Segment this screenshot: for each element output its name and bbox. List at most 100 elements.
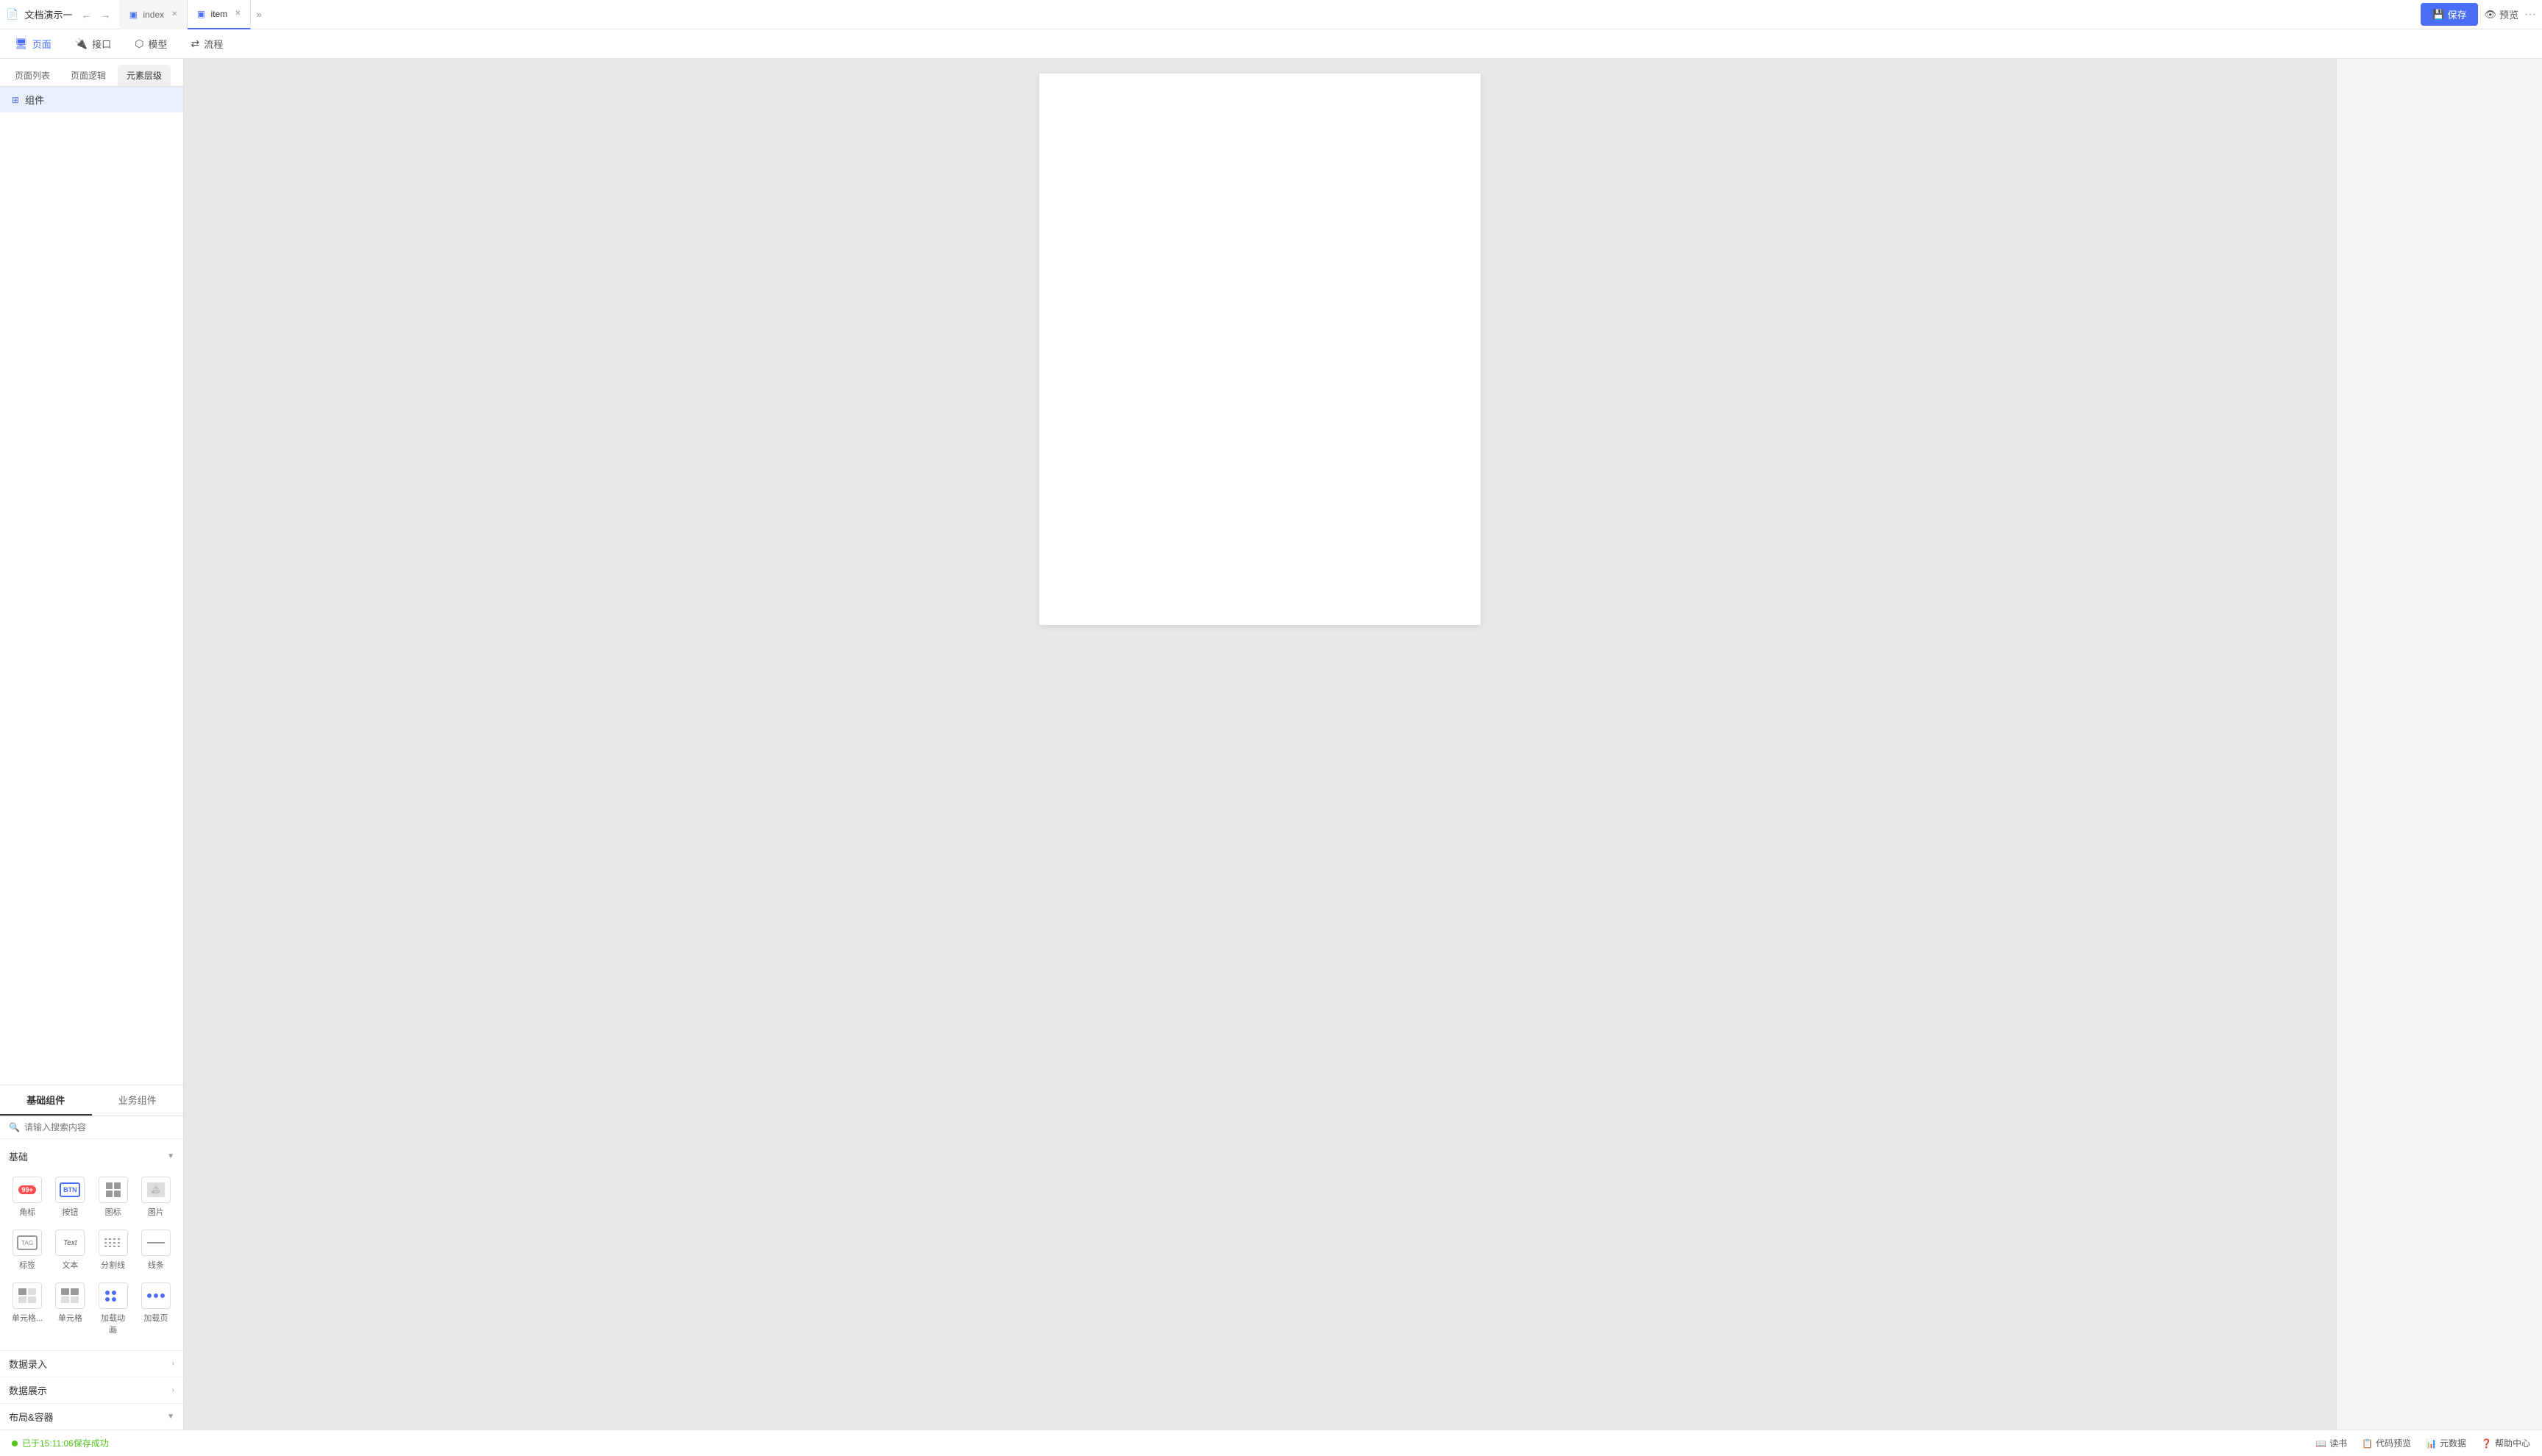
bottom-bar: 已于15:11:06保存成功 📖 读书 📋 代码预览 📊 元数据 ❓ 帮助中心	[0, 1430, 2542, 1456]
image-label: 图片	[148, 1206, 164, 1218]
nav-item-flow-label: 流程	[204, 37, 223, 51]
search-input[interactable]	[24, 1122, 174, 1132]
meta-data-icon: 📊	[2426, 1438, 2437, 1449]
sidebar-tab-page-list[interactable]: 页面列表	[6, 65, 59, 86]
tab-item-label: item	[211, 9, 228, 19]
divider-icon	[99, 1230, 128, 1256]
tab-item-close[interactable]: ✕	[235, 10, 241, 18]
component-item-icon[interactable]: 图标	[95, 1174, 132, 1221]
component-panel: 基础组件 业务组件 🔍 基础 ▼ 99+	[0, 1085, 183, 1430]
section-data-entry-title: 数据录入	[9, 1357, 47, 1371]
sidebar-tab-page-logic[interactable]: 页面逻辑	[62, 65, 115, 86]
tab-index-close[interactable]: ✕	[171, 10, 177, 18]
canvas-area[interactable]	[184, 59, 2336, 1430]
section-data-entry[interactable]: 数据录入 ›	[0, 1350, 183, 1377]
line-icon	[141, 1230, 171, 1256]
component-item-loading-page[interactable]: 加载页	[138, 1280, 174, 1338]
nav-item-interface-label: 接口	[92, 37, 111, 51]
component-item-badge[interactable]: 99+ 角标	[9, 1174, 46, 1221]
layer-item-component[interactable]: ⊞ 组件	[0, 87, 183, 113]
canvas-page	[1039, 74, 1481, 625]
section-layout-container-arrow: ▼	[167, 1413, 174, 1421]
bottom-action-help[interactable]: ❓ 帮助中心	[2481, 1437, 2530, 1449]
loading-page-label: 加载页	[143, 1312, 168, 1324]
model-nav-icon: ⬡	[135, 38, 143, 50]
component-item-line[interactable]: 线条	[138, 1227, 174, 1274]
bottom-action-meta-data[interactable]: 📊 元数据	[2426, 1437, 2466, 1449]
doc-icon: 📄	[6, 8, 18, 21]
main-layout: 页面列表 页面逻辑 元素层级 ⊞ 组件 基础组件 业务组件 🔍 基础	[0, 59, 2542, 1430]
tab-index[interactable]: ▣ index ✕	[119, 0, 187, 29]
right-panel	[2336, 59, 2542, 1430]
nav-bar: 🖥 页面 🔌 接口 ⬡ 模型 ⇄ 流程	[0, 29, 2542, 59]
item-tab-icon: ▣	[196, 9, 207, 19]
bottom-actions: 📖 读书 📋 代码预览 📊 元数据 ❓ 帮助中心	[2315, 1437, 2530, 1449]
section-basic-title: 基础	[9, 1149, 28, 1163]
divider-label: 分割线	[101, 1259, 125, 1271]
section-data-display[interactable]: 数据展示 ›	[0, 1377, 183, 1403]
button-label: 按钮	[62, 1206, 78, 1218]
help-label: 帮助中心	[2495, 1437, 2530, 1449]
doc-title: 文档演示一	[24, 7, 72, 21]
read-label: 读书	[2329, 1437, 2347, 1449]
nav-item-page-label: 页面	[32, 37, 51, 51]
nav-item-flow[interactable]: ⇄ 流程	[188, 37, 227, 51]
component-item-divider[interactable]: 分割线	[95, 1227, 132, 1274]
nav-item-model-label: 模型	[148, 37, 167, 51]
status-text: 已于15:11:06保存成功	[22, 1437, 109, 1449]
code-preview-icon: 📋	[2362, 1438, 2373, 1449]
nav-item-model[interactable]: ⬡ 模型	[132, 37, 170, 51]
sidebar-content: ⊞ 组件	[0, 87, 183, 1085]
nav-item-interface[interactable]: 🔌 接口	[72, 37, 114, 51]
component-tabs: 基础组件 业务组件	[0, 1085, 183, 1116]
bottom-status: 已于15:11:06保存成功	[12, 1437, 109, 1449]
bottom-action-code-preview[interactable]: 📋 代码预览	[2362, 1437, 2411, 1449]
bottom-action-read[interactable]: 📖 读书	[2315, 1437, 2347, 1449]
loading-anim-icon	[99, 1282, 128, 1309]
nav-item-page[interactable]: 🖥 页面	[12, 37, 54, 51]
text-label: 文本	[62, 1259, 78, 1271]
cell-label: 单元格	[58, 1312, 82, 1324]
save-label: 保存	[2447, 7, 2466, 21]
component-item-loading-anim[interactable]: 加载动画	[95, 1280, 132, 1338]
icon-label: 图标	[105, 1206, 121, 1218]
section-data-display-title: 数据展示	[9, 1383, 47, 1397]
loading-page-icon	[141, 1282, 171, 1309]
save-icon: 💾	[2432, 9, 2444, 21]
sidebar-tabs: 页面列表 页面逻辑 元素层级	[0, 59, 183, 87]
tabs-overflow[interactable]: »	[251, 9, 268, 20]
badge-label: 角标	[19, 1206, 35, 1218]
component-layer-icon: ⊞	[12, 95, 19, 105]
component-tab-basic[interactable]: 基础组件	[0, 1085, 92, 1116]
component-item-cell-single[interactable]: 单元格...	[9, 1280, 46, 1338]
tag-label: 标签	[19, 1259, 35, 1271]
component-grid-basic: 99+ 角标 BTN 按钮	[9, 1168, 174, 1344]
component-item-tag[interactable]: TAG 标签	[9, 1227, 46, 1274]
nav-forward-button[interactable]: →	[97, 7, 113, 22]
preview-icon: 👁	[2484, 9, 2496, 21]
section-data-display-arrow: ›	[172, 1386, 174, 1394]
component-tab-business[interactable]: 业务组件	[92, 1085, 184, 1116]
interface-nav-icon: 🔌	[75, 38, 88, 50]
component-item-button[interactable]: BTN 按钮	[51, 1174, 88, 1221]
section-basic-arrow: ▼	[167, 1152, 174, 1160]
tabs-container: ▣ index ✕ ▣ item ✕ »	[119, 0, 2415, 29]
save-button[interactable]: 💾 保存	[2421, 3, 2478, 26]
tab-item[interactable]: ▣ item ✕	[188, 0, 251, 29]
component-item-cell[interactable]: 单元格	[51, 1280, 88, 1338]
status-dot	[12, 1441, 18, 1446]
image-icon: 🏔	[141, 1177, 171, 1203]
sidebar-tab-element-layer[interactable]: 元素层级	[118, 65, 171, 86]
line-label: 线条	[148, 1259, 164, 1271]
code-preview-label: 代码预览	[2376, 1437, 2411, 1449]
section-layout-container[interactable]: 布局&容器 ▼	[0, 1403, 183, 1430]
text-icon: Text	[55, 1230, 85, 1256]
badge-icon: 99+	[13, 1177, 42, 1203]
preview-button[interactable]: 👁 预览	[2484, 7, 2518, 21]
nav-back-button[interactable]: ←	[78, 7, 94, 22]
component-item-text[interactable]: Text 文本	[51, 1227, 88, 1274]
section-basic-header[interactable]: 基础 ▼	[9, 1145, 174, 1168]
component-item-image[interactable]: 🏔 图片	[138, 1174, 174, 1221]
more-button[interactable]: ···	[2524, 8, 2536, 21]
cell-icon	[55, 1282, 85, 1309]
